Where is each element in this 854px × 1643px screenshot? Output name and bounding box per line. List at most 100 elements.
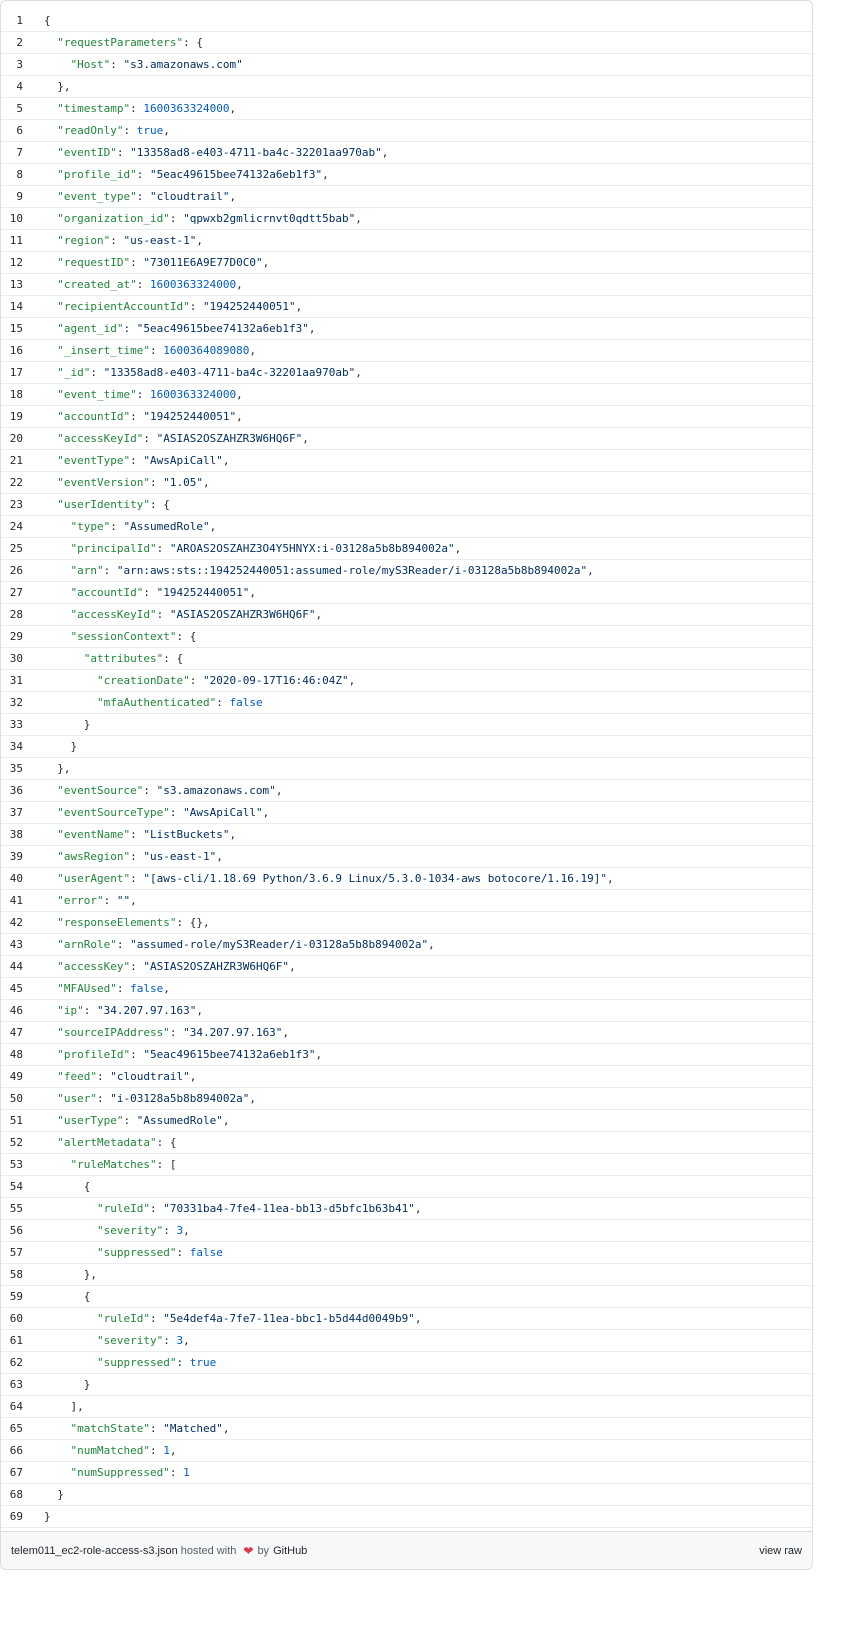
line-number[interactable]: 43 bbox=[1, 934, 23, 955]
line-number[interactable]: 18 bbox=[1, 384, 23, 405]
line-number[interactable]: 45 bbox=[1, 978, 23, 999]
line-number[interactable]: 50 bbox=[1, 1088, 23, 1109]
line-number[interactable]: 28 bbox=[1, 604, 23, 625]
line-number[interactable]: 37 bbox=[1, 802, 23, 823]
line-number[interactable]: 61 bbox=[1, 1330, 23, 1351]
line-content: "sourceIPAddress": "34.207.97.163", bbox=[23, 1022, 289, 1043]
json-key: "agent_id" bbox=[57, 322, 124, 335]
line-number[interactable]: 57 bbox=[1, 1242, 23, 1263]
line-number[interactable]: 53 bbox=[1, 1154, 23, 1175]
json-punct bbox=[44, 344, 57, 357]
json-key: "ruleMatches" bbox=[70, 1158, 157, 1171]
line-number[interactable]: 56 bbox=[1, 1220, 23, 1241]
line-number[interactable]: 13 bbox=[1, 274, 23, 295]
line-number[interactable]: 26 bbox=[1, 560, 23, 581]
json-punct: : bbox=[130, 454, 144, 467]
code-line: 47 "sourceIPAddress": "34.207.97.163", bbox=[1, 1022, 812, 1044]
json-string: "194252440051" bbox=[202, 300, 296, 313]
line-number[interactable]: 6 bbox=[1, 120, 23, 141]
json-key: "eventName" bbox=[57, 828, 131, 841]
line-number[interactable]: 52 bbox=[1, 1132, 23, 1153]
line-number[interactable]: 54 bbox=[1, 1176, 23, 1197]
line-number[interactable]: 12 bbox=[1, 252, 23, 273]
json-punct: : bbox=[130, 828, 144, 841]
json-key: "severity" bbox=[96, 1334, 164, 1347]
github-link[interactable]: GitHub bbox=[273, 1545, 307, 1557]
json-punct: , bbox=[196, 234, 203, 247]
line-content: "suppressed": true bbox=[23, 1352, 216, 1373]
line-number[interactable]: 10 bbox=[1, 208, 23, 229]
line-number[interactable]: 29 bbox=[1, 626, 23, 647]
line-number[interactable]: 19 bbox=[1, 406, 23, 427]
code-line: 40 "userAgent": "[aws-cli/1.18.69 Python… bbox=[1, 868, 812, 890]
line-number[interactable]: 65 bbox=[1, 1418, 23, 1439]
line-number[interactable]: 69 bbox=[1, 1506, 23, 1527]
line-number[interactable]: 3 bbox=[1, 54, 23, 75]
line-number[interactable]: 27 bbox=[1, 582, 23, 603]
line-number[interactable]: 30 bbox=[1, 648, 23, 669]
line-number[interactable]: 41 bbox=[1, 890, 23, 911]
line-number[interactable]: 11 bbox=[1, 230, 23, 251]
json-punct bbox=[44, 1334, 97, 1347]
line-number[interactable]: 55 bbox=[1, 1198, 23, 1219]
line-number[interactable]: 47 bbox=[1, 1022, 23, 1043]
line-number[interactable]: 21 bbox=[1, 450, 23, 471]
line-number[interactable]: 39 bbox=[1, 846, 23, 867]
line-number[interactable]: 33 bbox=[1, 714, 23, 735]
line-number[interactable]: 62 bbox=[1, 1352, 23, 1373]
json-key: "accountId" bbox=[57, 410, 131, 423]
line-number[interactable]: 16 bbox=[1, 340, 23, 361]
line-number[interactable]: 46 bbox=[1, 1000, 23, 1021]
json-string: "arn:aws:sts::194252440051:assumed-role/… bbox=[116, 564, 588, 577]
line-number[interactable]: 4 bbox=[1, 76, 23, 97]
line-number[interactable]: 25 bbox=[1, 538, 23, 559]
file-name-link[interactable]: telem011_ec2-role-access-s3.json bbox=[11, 1545, 178, 1557]
line-number[interactable]: 17 bbox=[1, 362, 23, 383]
line-content: }, bbox=[23, 1264, 97, 1285]
line-number[interactable]: 58 bbox=[1, 1264, 23, 1285]
line-number[interactable]: 14 bbox=[1, 296, 23, 317]
line-number[interactable]: 42 bbox=[1, 912, 23, 933]
line-number[interactable]: 32 bbox=[1, 692, 23, 713]
line-number[interactable]: 8 bbox=[1, 164, 23, 185]
line-number[interactable]: 2 bbox=[1, 32, 23, 53]
line-number[interactable]: 44 bbox=[1, 956, 23, 977]
line-number[interactable]: 49 bbox=[1, 1066, 23, 1087]
line-content: "event_type": "cloudtrail", bbox=[23, 186, 236, 207]
line-number[interactable]: 48 bbox=[1, 1044, 23, 1065]
line-number[interactable]: 63 bbox=[1, 1374, 23, 1395]
json-key: "accountId" bbox=[70, 586, 144, 599]
line-number[interactable]: 67 bbox=[1, 1462, 23, 1483]
line-number[interactable]: 23 bbox=[1, 494, 23, 515]
line-number[interactable]: 51 bbox=[1, 1110, 23, 1131]
line-number[interactable]: 24 bbox=[1, 516, 23, 537]
line-number[interactable]: 22 bbox=[1, 472, 23, 493]
json-punct: , bbox=[249, 586, 256, 599]
line-number[interactable]: 60 bbox=[1, 1308, 23, 1329]
line-number[interactable]: 31 bbox=[1, 670, 23, 691]
line-number[interactable]: 35 bbox=[1, 758, 23, 779]
code-line: 51 "userType": "AssumedRole", bbox=[1, 1110, 812, 1132]
line-number[interactable]: 20 bbox=[1, 428, 23, 449]
line-number[interactable]: 59 bbox=[1, 1286, 23, 1307]
line-number[interactable]: 64 bbox=[1, 1396, 23, 1417]
line-number[interactable]: 66 bbox=[1, 1440, 23, 1461]
line-number[interactable]: 7 bbox=[1, 142, 23, 163]
line-number[interactable]: 9 bbox=[1, 186, 23, 207]
line-number[interactable]: 40 bbox=[1, 868, 23, 889]
line-number[interactable]: 15 bbox=[1, 318, 23, 339]
code-line: 7 "eventID": "13358ad8-e403-4711-ba4c-32… bbox=[1, 142, 812, 164]
json-key: "profileId" bbox=[57, 1048, 131, 1061]
line-number[interactable]: 34 bbox=[1, 736, 23, 757]
json-punct: : bbox=[123, 1114, 137, 1127]
json-punct: : bbox=[103, 894, 117, 907]
json-string: "s3.amazonaws.com" bbox=[156, 784, 276, 797]
code-line: 37 "eventSourceType": "AwsApiCall", bbox=[1, 802, 812, 824]
view-raw-link[interactable]: view raw bbox=[759, 1545, 802, 1557]
line-number[interactable]: 5 bbox=[1, 98, 23, 119]
line-number[interactable]: 36 bbox=[1, 780, 23, 801]
line-content: "accountId": "194252440051", bbox=[23, 582, 256, 603]
line-number[interactable]: 68 bbox=[1, 1484, 23, 1505]
line-number[interactable]: 1 bbox=[1, 10, 23, 31]
line-number[interactable]: 38 bbox=[1, 824, 23, 845]
